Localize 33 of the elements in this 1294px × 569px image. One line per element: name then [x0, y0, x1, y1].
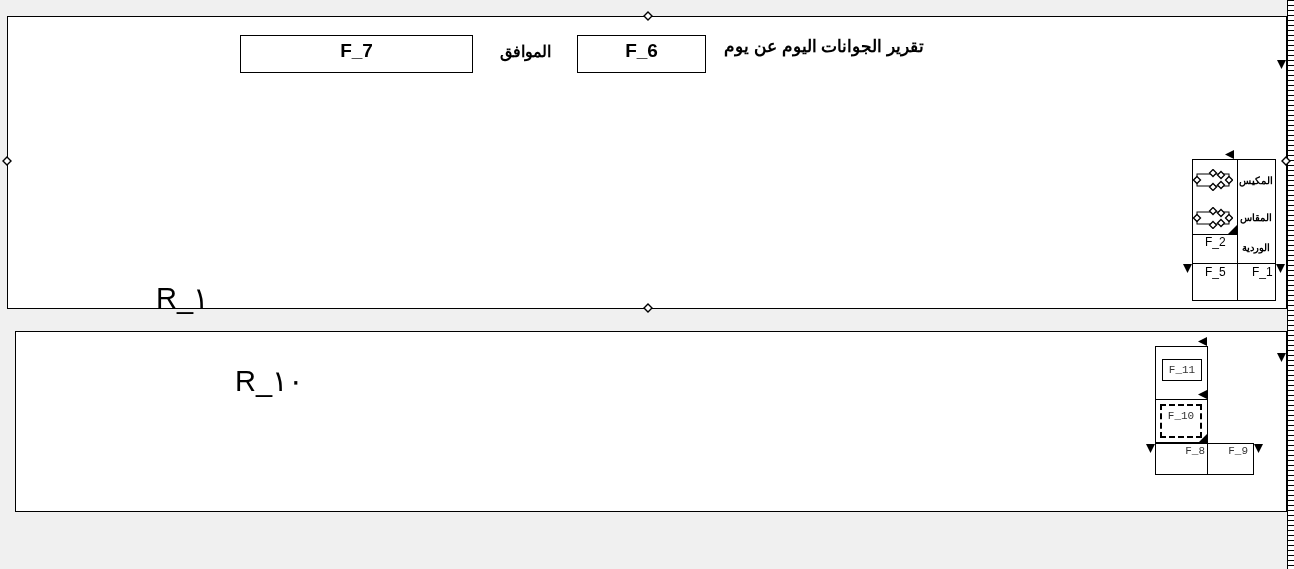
column-label: المكيس — [1238, 175, 1274, 186]
triangle-icon[interactable] — [1254, 444, 1263, 453]
field-frame[interactable]: F_11 F_10 — [1155, 346, 1208, 443]
handle-icon[interactable] — [1281, 156, 1291, 166]
triangle-icon[interactable] — [1276, 264, 1285, 273]
field-name[interactable]: F_1 — [1252, 265, 1273, 279]
report-title: تقرير الجوانات اليوم عن يوم — [723, 36, 924, 57]
column-label: المقاس — [1239, 212, 1273, 223]
selected-item-drawing[interactable] — [1193, 169, 1233, 191]
triangle-icon[interactable] — [1277, 60, 1286, 69]
triangle-icon[interactable] — [1225, 150, 1234, 159]
handle-icon[interactable] — [643, 303, 653, 313]
triangle-icon[interactable] — [1183, 264, 1192, 273]
triangle-icon[interactable] — [1198, 390, 1207, 399]
triangle-icon[interactable] — [1198, 434, 1207, 443]
triangle-icon[interactable] — [1198, 337, 1207, 346]
triangle-icon[interactable] — [1277, 353, 1286, 362]
field-name[interactable]: F_2 — [1205, 235, 1226, 249]
field-cell[interactable]: F_8 — [1155, 443, 1208, 475]
field-name[interactable]: F_10 — [1160, 404, 1202, 438]
selected-item-drawing[interactable] — [1193, 207, 1233, 229]
frame-label: R_١٠ — [235, 367, 305, 396]
handle-icon[interactable] — [2, 156, 12, 166]
field-cell[interactable]: F_9 — [1207, 443, 1254, 475]
field-name[interactable]: F_5 — [1205, 265, 1226, 279]
column-label: الوردية — [1241, 242, 1271, 253]
field-label: الموافق — [498, 42, 552, 61]
date-field[interactable]: F_6 — [577, 35, 706, 73]
handle-icon[interactable] — [643, 11, 653, 21]
date-field[interactable]: F_7 — [240, 35, 473, 73]
triangle-icon[interactable] — [1146, 444, 1155, 453]
triangle-icon[interactable] — [1228, 225, 1237, 234]
field-name[interactable]: F_11 — [1162, 359, 1202, 381]
